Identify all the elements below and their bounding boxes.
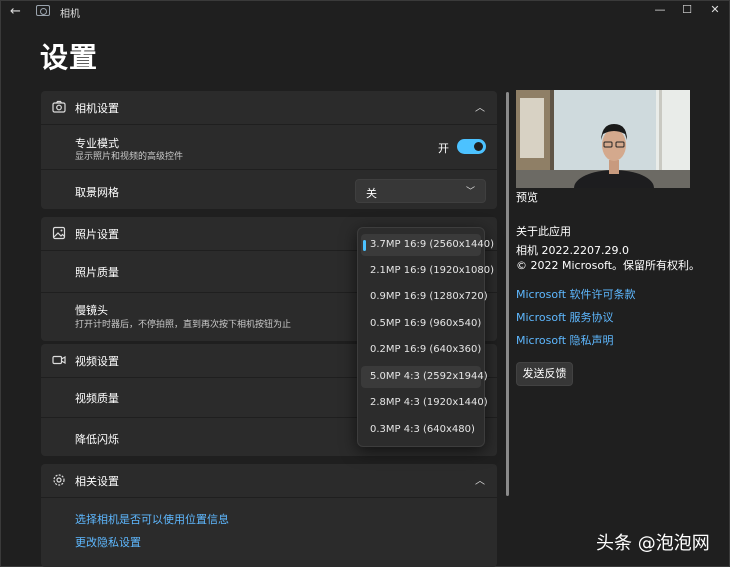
- photo-quality-option[interactable]: 2.1MP 16:9 (1920x1080): [361, 260, 494, 282]
- camera-app-icon: [36, 5, 50, 16]
- framing-grid-value: 关: [366, 187, 377, 200]
- app-version: 相机 2022.2207.29.0: [516, 244, 629, 257]
- title-bar: ← 相机 — ☐ ✕: [0, 0, 730, 22]
- about-title: 关于此应用: [516, 225, 571, 238]
- photo-quality-option[interactable]: 0.5MP 16:9 (960x540): [361, 313, 481, 335]
- time-lapse-label: 慢镜头: [75, 304, 108, 317]
- minimize-button[interactable]: —: [650, 2, 670, 18]
- preview-label: 预览: [516, 191, 538, 204]
- image-icon: [52, 226, 66, 240]
- video-quality-label: 视频质量: [75, 392, 119, 405]
- window-title: 相机: [60, 9, 80, 20]
- photo-quality-option[interactable]: 3.7MP 16:9 (2560x1440): [361, 234, 494, 256]
- chevron-up-icon[interactable]: ︿: [475, 472, 485, 487]
- photo-quality-option[interactable]: 0.2MP 16:9 (640x360): [361, 339, 481, 361]
- location-permission-link[interactable]: 选择相机是否可以使用位置信息: [75, 511, 229, 527]
- license-terms-link[interactable]: Microsoft 软件许可条款: [516, 286, 636, 302]
- related-settings-header[interactable]: 相关设置 ︿: [41, 464, 497, 496]
- video-camera-icon: [52, 355, 66, 365]
- related-settings-title: 相关设置: [75, 475, 119, 488]
- photo-quality-option[interactable]: 2.8MP 4:3 (1920x1440): [361, 392, 488, 414]
- flicker-reduction-label: 降低闪烁: [75, 433, 119, 446]
- settings-scrollbar[interactable]: [506, 92, 509, 496]
- photo-quality-option[interactable]: 0.3MP 4:3 (640x480): [361, 419, 481, 441]
- privacy-settings-link[interactable]: 更改隐私设置: [75, 534, 141, 550]
- chevron-up-icon[interactable]: ︿: [475, 99, 485, 114]
- camera-icon: [52, 100, 66, 113]
- camera-preview-image: [516, 90, 690, 188]
- chevron-down-icon: ﹀: [465, 187, 475, 197]
- privacy-statement-link[interactable]: Microsoft 隐私声明: [516, 332, 614, 348]
- framing-grid-label: 取景网格: [75, 186, 119, 199]
- pro-mode-toggle-text: 开: [438, 142, 449, 155]
- camera-settings-header[interactable]: 相机设置 ︿: [41, 91, 497, 123]
- pro-mode-description: 显示照片和视频的高级控件: [75, 152, 184, 162]
- camera-settings-title: 相机设置: [75, 102, 119, 115]
- related-settings-card: 相关设置 ︿ 选择相机是否可以使用位置信息 更改隐私设置: [41, 464, 497, 567]
- photo-settings-title: 照片设置: [75, 228, 119, 241]
- copyright-text: © 2022 Microsoft。保留所有权利。: [516, 259, 701, 272]
- photo-quality-dropdown[interactable]: 3.7MP 16:9 (2560x1440) 2.1MP 16:9 (1920x…: [357, 227, 494, 447]
- photo-quality-label: 照片质量: [75, 266, 119, 279]
- pro-mode-toggle[interactable]: [457, 139, 486, 154]
- gear-icon: [53, 474, 65, 486]
- photo-quality-option[interactable]: 0.9MP 16:9 (1280x720): [361, 286, 488, 308]
- watermark: 头条 @泡泡网: [596, 533, 710, 554]
- page-title: 设置: [40, 41, 99, 74]
- send-feedback-button[interactable]: 发送反馈: [516, 362, 573, 386]
- maximize-button[interactable]: ☐: [677, 2, 697, 18]
- camera-settings-card: 相机设置 ︿ 专业模式 显示照片和视频的高级控件 开 取景网格 关 ﹀: [41, 91, 497, 209]
- video-settings-title: 视频设置: [75, 355, 119, 368]
- services-agreement-link[interactable]: Microsoft 服务协议: [516, 309, 614, 325]
- photo-quality-option[interactable]: 5.0MP 4:3 (2592x1944): [361, 366, 488, 388]
- back-arrow-icon[interactable]: ←: [10, 4, 21, 19]
- time-lapse-description: 打开计时器后，不停拍照，直到再次按下相机按钮为止: [75, 320, 292, 330]
- framing-grid-select[interactable]: 关 ﹀: [355, 179, 486, 203]
- close-button[interactable]: ✕: [705, 2, 725, 18]
